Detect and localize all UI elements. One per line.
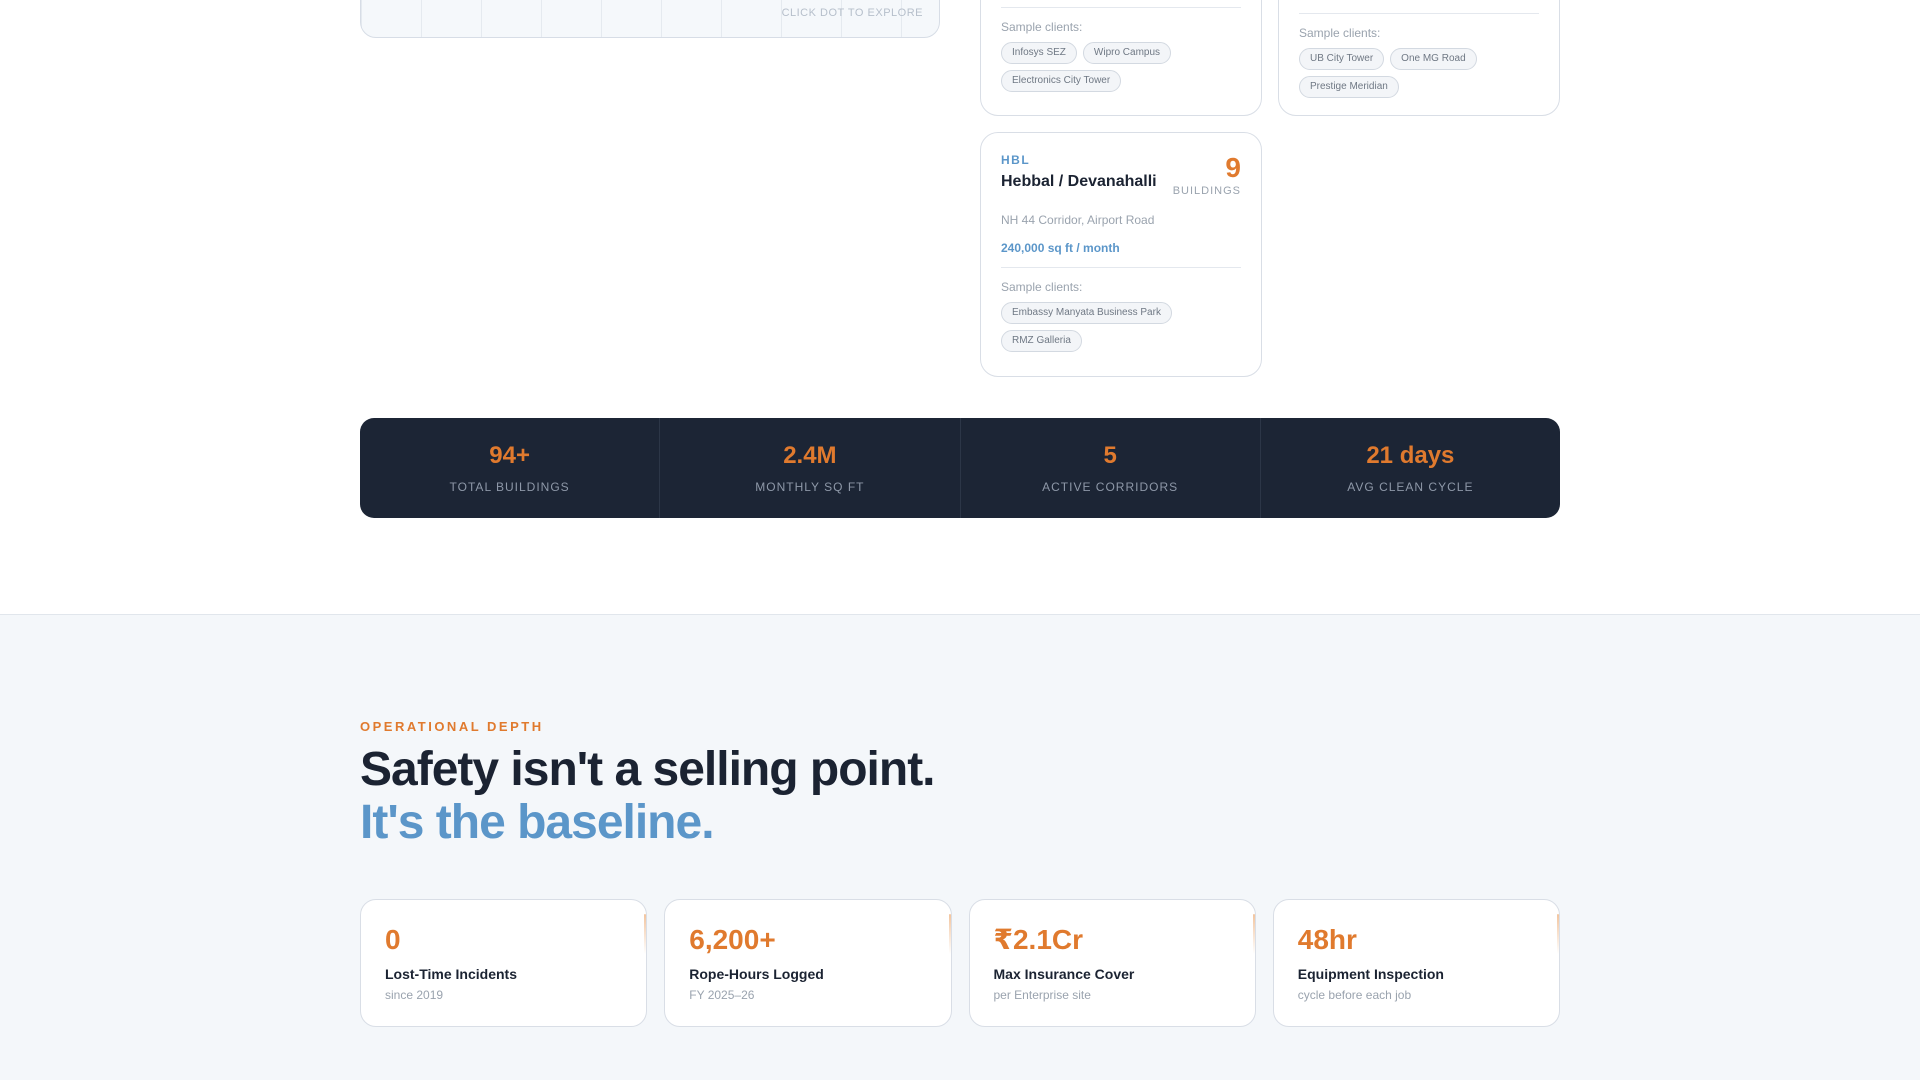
stat-value: 94+: [489, 442, 530, 469]
client-tags: UB City Tower One MG Road Prestige Merid…: [1299, 48, 1539, 98]
card-accent: [1252, 914, 1255, 954]
section-eyebrow: OPERATIONAL DEPTH: [360, 719, 544, 734]
metric-subtitle: cycle before each job: [1297, 988, 1412, 1002]
stat-label: AVG CLEAN CYCLE: [1347, 480, 1474, 494]
region-card-hebbal[interactable]: HBL Hebbal / Devanahalli 9 BUILDINGS NH …: [980, 132, 1262, 377]
card-divider: [1001, 7, 1241, 8]
metric-subtitle: FY 2025–26: [689, 988, 755, 1002]
client-tags: Infosys SEZ Wipro Campus Electronics Cit…: [1001, 42, 1241, 92]
metric-title: Rope-Hours Logged: [689, 966, 824, 982]
map-hint: CLICK DOT TO EXPLORE: [781, 7, 923, 19]
metric-value: 6,200+: [689, 924, 776, 955]
sample-clients-label: Sample clients:: [1001, 20, 1083, 34]
stat-avg-clean-cycle: 21 days AVG CLEAN CYCLE: [1261, 418, 1560, 518]
stat-active-corridors: 5 ACTIVE CORRIDORS: [961, 418, 1261, 518]
stats-band: 94+ TOTAL BUILDINGS 2.4M MONTHLY SQ FT 5…: [360, 418, 1560, 518]
card-accent: [1557, 914, 1559, 954]
sample-clients-label: Sample clients:: [1001, 280, 1083, 294]
stat-value: 21 days: [1366, 442, 1455, 469]
client-tag: UB City Tower: [1299, 48, 1385, 70]
client-tag: Wipro Campus: [1082, 42, 1172, 64]
metric-value: 48hr: [1297, 924, 1357, 955]
client-tag: RMZ Galleria: [1001, 330, 1082, 352]
region-code: HBL: [1001, 153, 1031, 167]
card-divider: [1001, 267, 1241, 268]
metric-title: Lost-Time Incidents: [385, 966, 517, 982]
section-heading: Safety isn't a selling point.: [360, 743, 936, 796]
metric-card-incidents: 0 Lost-Time Incidents since 2019: [360, 899, 648, 1027]
metric-value: 0: [385, 924, 401, 955]
client-tag: Infosys SEZ: [1001, 42, 1077, 64]
metric-subtitle: per Enterprise site: [993, 988, 1091, 1002]
region-header: HBL Hebbal / Devanahalli 9 BUILDINGS: [1001, 133, 1241, 198]
card-accent: [948, 914, 951, 954]
stat-label: ACTIVE CORRIDORS: [1042, 480, 1179, 494]
client-tags: Embassy Manyata Business Park RMZ Galler…: [1001, 302, 1241, 352]
card-accent: [644, 914, 647, 954]
metric-value: ₹2.1Cr: [993, 924, 1084, 955]
metric-title: Max Insurance Cover: [993, 966, 1135, 982]
region-name: Hebbal / Devanahalli: [1001, 173, 1157, 190]
stat-monthly-sqft: 2.4M MONTHLY SQ FT: [660, 418, 961, 518]
metric-title: Equipment Inspection: [1297, 966, 1444, 982]
building-count-value: 9: [1225, 152, 1241, 183]
stat-value: 5: [1103, 442, 1117, 469]
corridor-map[interactable]: CLICK DOT TO EXPLORE: [360, 0, 940, 38]
metric-card-inspection: 48hr Equipment Inspection cycle before e…: [1272, 899, 1560, 1027]
building-count-label: BUILDINGS: [1172, 185, 1241, 197]
safety-metrics: 0 Lost-Time Incidents since 2019 6,200+ …: [360, 899, 1560, 1027]
region-volume: 240,000 sq ft / month: [1001, 241, 1120, 255]
client-tag: Embassy Manyata Business Park: [1001, 302, 1172, 324]
metric-card-insurance: ₹2.1Cr Max Insurance Cover per Enterpris…: [968, 899, 1256, 1027]
region-card-b[interactable]: Sample clients: UB City Tower One MG Roa…: [1278, 0, 1560, 116]
stat-label: TOTAL BUILDINGS: [449, 480, 570, 494]
region-card-a[interactable]: Sample clients: Infosys SEZ Wipro Campus…: [980, 0, 1262, 116]
metric-card-rope-hours: 6,200+ Rope-Hours Logged FY 2025–26: [664, 899, 952, 1027]
client-tag: One MG Road: [1390, 48, 1477, 70]
client-tag: Prestige Meridian: [1299, 76, 1399, 98]
stat-value: 2.4M: [783, 442, 837, 469]
section-heading-accent: It's the baseline.: [360, 796, 715, 849]
stat-total-buildings: 94+ TOTAL BUILDINGS: [360, 418, 661, 518]
sample-clients-label: Sample clients:: [1299, 26, 1381, 40]
client-tag: Electronics City Tower: [1001, 70, 1122, 92]
region-address: NH 44 Corridor, Airport Road: [1001, 213, 1155, 227]
operational-depth-section: OPERATIONAL DEPTH Safety isn't a selling…: [0, 614, 1920, 1080]
metric-subtitle: since 2019: [385, 988, 444, 1002]
card-divider: [1299, 13, 1539, 14]
stat-label: MONTHLY SQ FT: [755, 480, 865, 494]
building-count: 9 BUILDINGS: [1172, 152, 1241, 198]
